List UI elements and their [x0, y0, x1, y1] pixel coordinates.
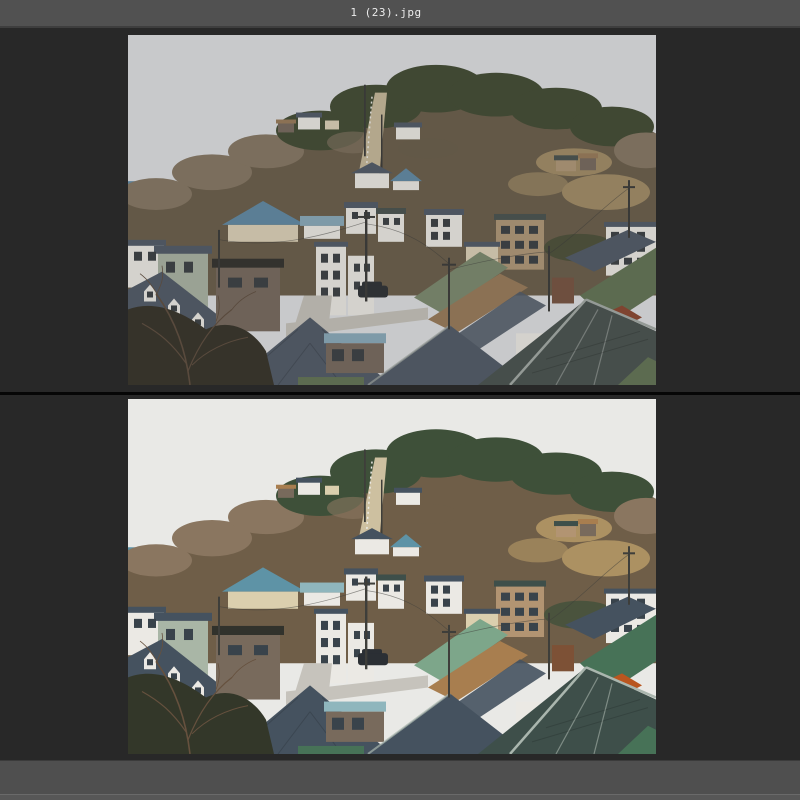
statusbar — [0, 760, 800, 800]
photo-panel-bottom — [0, 395, 800, 760]
photo-bottom-image[interactable] — [128, 399, 656, 754]
viewer-canvas — [0, 28, 800, 760]
window-titlebar[interactable]: 1 (23).jpg — [0, 0, 800, 28]
screen: { "window": { "title": "1 (23).jpg" }, "… — [0, 0, 800, 800]
statusbar-lower — [0, 794, 800, 800]
photo-panel-top — [0, 28, 800, 392]
image-viewer-window: 1 (23).jpg — [0, 0, 800, 800]
window-title: 1 (23).jpg — [350, 6, 422, 19]
photo-top-image[interactable] — [128, 35, 656, 385]
